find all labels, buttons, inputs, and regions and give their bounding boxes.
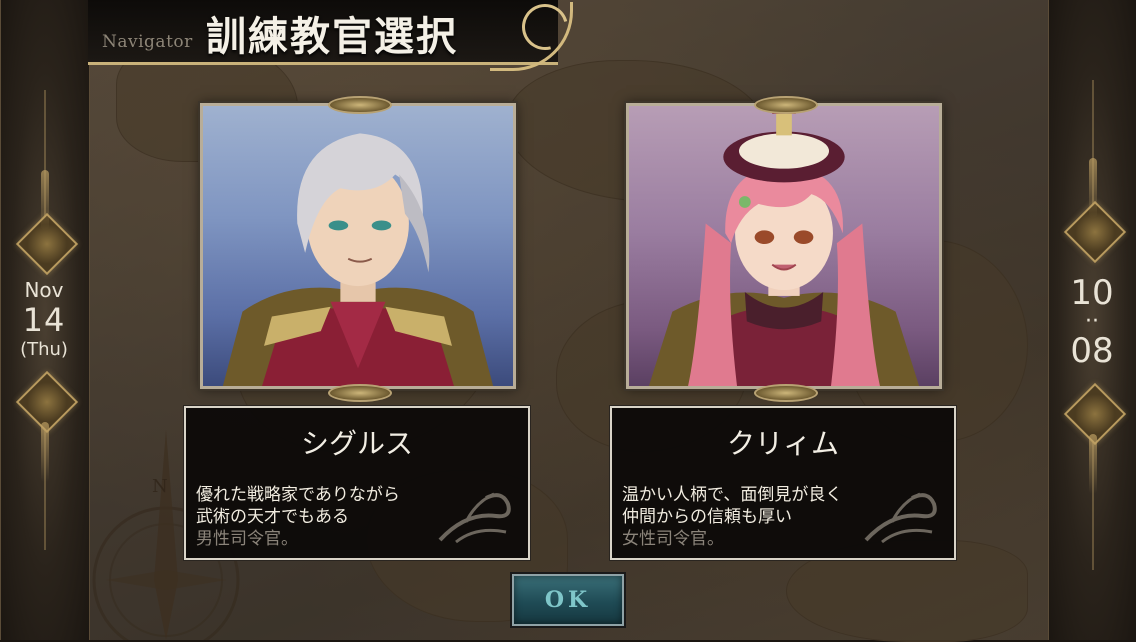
description-line: 優れた戦略家でありながら — [196, 485, 400, 505]
date-weekday: (Thu) — [20, 339, 68, 360]
description-line: 武術の天才でもある — [196, 507, 349, 527]
crest-icon — [328, 96, 392, 114]
character-portrait-female — [648, 106, 920, 386]
crest-icon — [328, 384, 392, 402]
date-display: Nov 14 (Thu) — [0, 278, 88, 362]
clock-minute: 08 — [1070, 331, 1114, 371]
navigator-label: Navigator — [102, 32, 193, 52]
date-month: Nov — [24, 278, 64, 302]
flourish-icon — [864, 492, 937, 544]
description-line: 温かい人柄で、面倒見が良く — [622, 485, 843, 505]
character-description: 優れた戦略家でありながら 武術の天才でもある 男性司令官。 — [196, 484, 400, 550]
crest-icon — [754, 384, 818, 402]
info-card-sigurus[interactable]: シグルス 優れた戦略家でありながら 武術の天才でもある 男性司令官。 — [184, 406, 530, 560]
clock-hour: 10 — [1070, 273, 1114, 313]
description-line: 仲間からの信頼も厚い — [622, 507, 792, 527]
crest-icon — [754, 96, 818, 114]
ok-button[interactable]: OK — [512, 574, 624, 626]
clock-display: 10 ·· 08 — [1048, 274, 1136, 370]
clock-separator: ·· — [1085, 309, 1099, 334]
character-portrait-male — [222, 133, 494, 386]
character-role: 女性司令官。 — [622, 529, 724, 549]
flourish-icon — [438, 492, 511, 544]
page-title: 訓練教官選択 — [206, 13, 458, 60]
info-card-kurimu[interactable]: クリィム 温かい人柄で、面倒見が良く 仲間からの信頼も厚い 女性司令官。 — [610, 406, 956, 560]
character-role: 男性司令官。 — [196, 529, 298, 549]
portrait-sigurus[interactable] — [200, 103, 516, 389]
character-name: シグルス — [300, 427, 413, 460]
character-name: クリィム — [726, 427, 839, 460]
character-description: 温かい人柄で、面倒見が良く 仲間からの信頼も厚い 女性司令官。 — [622, 484, 842, 550]
portrait-kurimu[interactable] — [626, 103, 942, 389]
date-day: 14 — [22, 301, 66, 339]
